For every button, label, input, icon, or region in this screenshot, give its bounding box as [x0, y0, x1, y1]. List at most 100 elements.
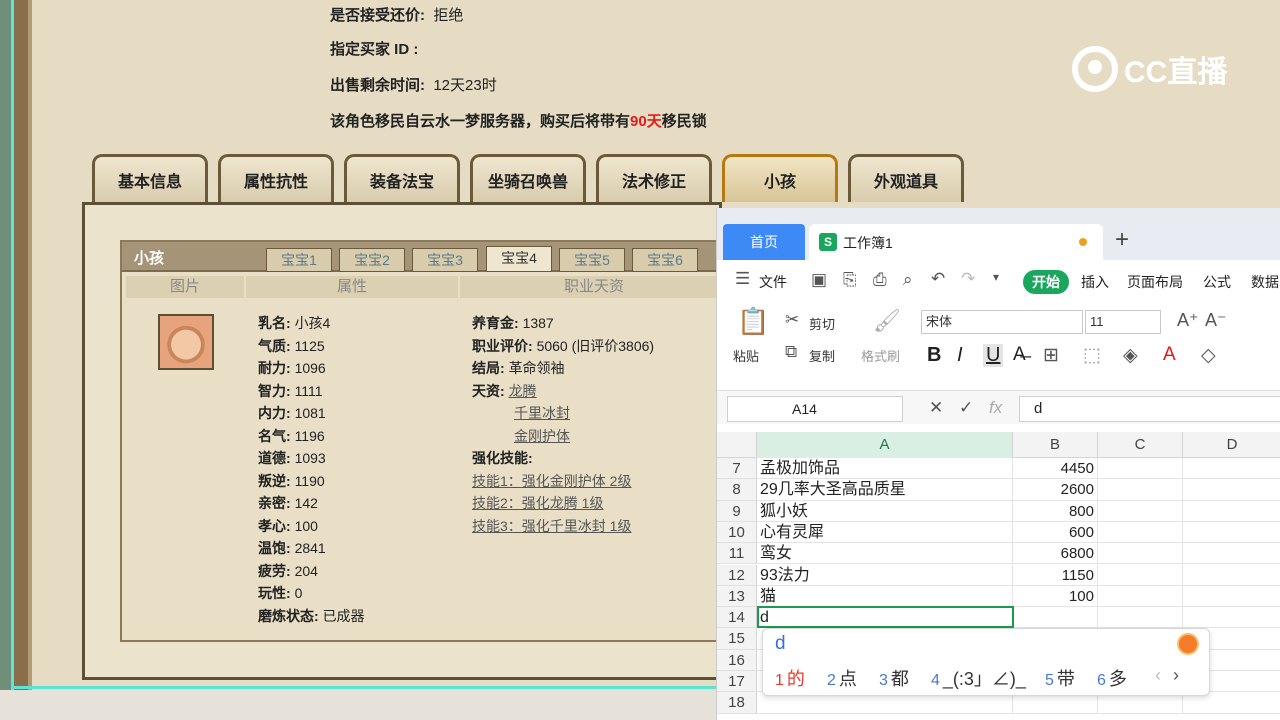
row-header[interactable]: 17: [717, 671, 757, 693]
italic-icon[interactable]: I: [957, 344, 963, 367]
more-dropdown-icon[interactable]: ▾: [993, 270, 999, 284]
cell-d[interactable]: [1183, 458, 1280, 480]
paste-icon[interactable]: 📋: [737, 306, 769, 337]
cell-c[interactable]: [1098, 585, 1183, 608]
baby-tab-3[interactable]: 宝宝3: [412, 248, 478, 272]
font-color-icon[interactable]: A: [1163, 344, 1176, 366]
cell-d[interactable]: [1183, 607, 1280, 629]
menu-file[interactable]: 文件: [759, 272, 787, 292]
ime-candidate[interactable]: 1的: [775, 665, 805, 691]
cell-a[interactable]: 心有灵犀: [757, 521, 1013, 544]
row-header[interactable]: 8: [717, 479, 757, 501]
ime-candidate[interactable]: 3都: [879, 665, 909, 691]
cell-d[interactable]: [1183, 543, 1280, 565]
menu-insert[interactable]: 插入: [1081, 272, 1109, 292]
ime-next-icon[interactable]: ›: [1173, 665, 1179, 686]
redo-icon[interactable]: ↷: [961, 269, 975, 289]
cell-b[interactable]: 100: [1013, 585, 1098, 608]
cell-d[interactable]: [1183, 586, 1280, 608]
hamburger-icon[interactable]: ☰: [735, 269, 750, 289]
cell-c[interactable]: [1098, 479, 1183, 501]
tab-appearance[interactable]: 外观道具: [848, 154, 964, 202]
talent-link[interactable]: 金刚护体: [514, 428, 570, 444]
menu-page-layout[interactable]: 页面布局: [1127, 272, 1183, 292]
font-size-select[interactable]: 11: [1085, 310, 1161, 334]
copy-icon[interactable]: ⧉: [785, 342, 797, 362]
cell-d[interactable]: [1183, 501, 1280, 522]
cell-b[interactable]: 4450: [1013, 458, 1098, 480]
baby-tab-5[interactable]: 宝宝5: [559, 248, 625, 272]
format-painter-icon[interactable]: 🖌: [873, 308, 901, 334]
format-painter-button[interactable]: 格式刷: [861, 346, 900, 365]
row-header[interactable]: 16: [717, 649, 757, 671]
tab-spell-mod[interactable]: 法术修正: [596, 154, 712, 202]
formula-input[interactable]: d: [1019, 396, 1280, 422]
cell-c[interactable]: [1098, 500, 1183, 522]
ime-candidate[interactable]: 2点: [827, 665, 857, 691]
function-icon[interactable]: fx: [989, 398, 1002, 418]
column-header-a[interactable]: A: [757, 432, 1013, 458]
cell-a[interactable]: 猫: [757, 585, 1013, 608]
row-header[interactable]: 12: [717, 564, 757, 586]
cell-b[interactable]: 6800: [1013, 543, 1098, 565]
underline-icon[interactable]: U: [983, 344, 1004, 367]
border-icon[interactable]: ⊞: [1043, 344, 1059, 367]
export-icon[interactable]: ⎘: [843, 270, 857, 290]
save-icon[interactable]: ▣: [811, 270, 827, 290]
cell-c[interactable]: [1098, 543, 1183, 565]
row-header[interactable]: 10: [717, 521, 757, 544]
new-tab-icon[interactable]: +: [1115, 226, 1129, 254]
ime-logo-icon[interactable]: [1177, 633, 1199, 655]
baby-tab-6[interactable]: 宝宝6: [632, 248, 698, 272]
row-header[interactable]: 13: [717, 585, 757, 608]
increase-font-icon[interactable]: A⁺: [1177, 310, 1199, 331]
tab-equipment[interactable]: 装备法宝: [344, 154, 460, 202]
menu-start[interactable]: 开始: [1023, 270, 1069, 294]
decrease-font-icon[interactable]: A⁻: [1205, 310, 1227, 331]
confirm-icon[interactable]: ✓: [959, 398, 973, 418]
tab-mount-summon[interactable]: 坐骑召唤兽: [470, 154, 586, 202]
column-header-b[interactable]: B: [1013, 432, 1098, 458]
cell-a[interactable]: 孟极加饰品: [757, 458, 1013, 480]
font-name-select[interactable]: 宋体: [921, 310, 1083, 334]
strikethrough-icon[interactable]: A̶: [1013, 344, 1026, 366]
cut-button[interactable]: 剪切: [809, 314, 835, 333]
baby-tab-2[interactable]: 宝宝2: [339, 248, 405, 272]
ime-candidate[interactable]: 6多: [1097, 665, 1127, 691]
cancel-icon[interactable]: ✕: [929, 398, 943, 418]
ime-prev-icon[interactable]: ‹: [1155, 665, 1161, 686]
talent-link[interactable]: 龙腾: [509, 383, 537, 399]
column-header-d[interactable]: D: [1183, 432, 1280, 458]
scissors-icon[interactable]: ✂: [785, 310, 799, 330]
cell-b[interactable]: 600: [1013, 521, 1098, 544]
ime-candidate[interactable]: 4 _(:3」∠)_: [931, 665, 1026, 691]
ime-candidate[interactable]: 5带: [1045, 665, 1075, 691]
cell-a[interactable]: 鸾女: [757, 543, 1013, 565]
tab-basic-info[interactable]: 基本信息: [92, 154, 208, 202]
undo-icon[interactable]: ↶: [931, 269, 945, 289]
paste-button[interactable]: 粘贴: [733, 346, 759, 365]
copy-button[interactable]: 复制: [809, 346, 835, 365]
skill-link[interactable]: 技能1：强化金刚护体 2级: [472, 473, 631, 489]
row-header[interactable]: 14: [717, 607, 757, 629]
cell-d[interactable]: [1183, 479, 1280, 501]
tab-attribute-resist[interactable]: 属性抗性: [218, 154, 334, 202]
cell-c[interactable]: [1098, 564, 1183, 586]
row-header[interactable]: 11: [717, 543, 757, 565]
row-header[interactable]: 15: [717, 628, 757, 650]
home-tab[interactable]: 首页: [723, 224, 805, 260]
cell-a[interactable]: 狐小妖: [757, 500, 1013, 522]
fill-style-icon[interactable]: ⬚: [1083, 344, 1101, 367]
menu-formula[interactable]: 公式: [1203, 272, 1231, 292]
cell-c[interactable]: [1098, 458, 1183, 480]
cell-a[interactable]: 93法力: [757, 564, 1013, 586]
name-box[interactable]: A14: [727, 396, 903, 422]
fill-color-icon[interactable]: ◈: [1123, 344, 1138, 367]
workbook-tab[interactable]: S 工作簿1: [809, 224, 1103, 260]
clear-format-icon[interactable]: ◇: [1201, 344, 1216, 367]
talent-link[interactable]: 千里冰封: [514, 405, 570, 421]
row-header[interactable]: 9: [717, 500, 757, 522]
row-header[interactable]: 7: [717, 458, 757, 480]
cell-b[interactable]: 2600: [1013, 479, 1098, 501]
menu-data[interactable]: 数据: [1251, 272, 1279, 292]
